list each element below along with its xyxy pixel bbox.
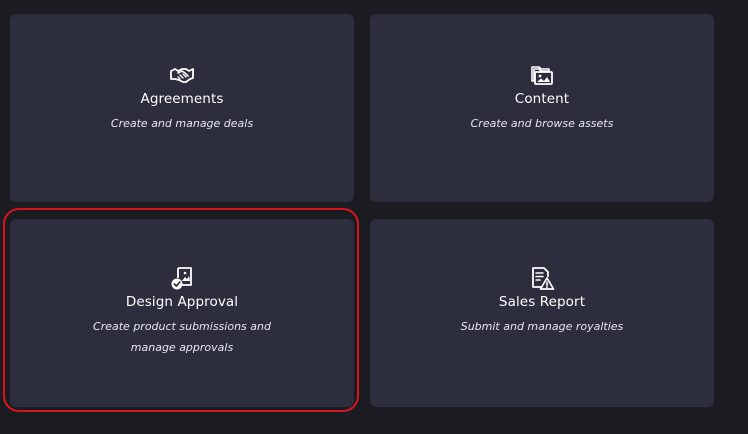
handshake-icon bbox=[169, 62, 195, 88]
card-description: Create product submissions and manage ap… bbox=[93, 320, 271, 354]
agreements-card[interactable]: Agreements Create and manage deals bbox=[10, 14, 354, 202]
sales-report-card[interactable]: Sales Report Submit and manage royalties bbox=[370, 219, 714, 407]
card-title: Sales Report bbox=[498, 294, 586, 310]
card-description: Submit and manage royalties bbox=[460, 320, 624, 333]
image-check-icon bbox=[169, 265, 195, 291]
card-title: Design Approval bbox=[125, 294, 239, 310]
content-card[interactable]: Content Create and browse assets bbox=[370, 14, 714, 202]
image-folder-icon bbox=[529, 62, 555, 88]
card-title: Agreements bbox=[140, 91, 224, 107]
document-warning-icon bbox=[529, 265, 555, 291]
card-title: Content bbox=[514, 91, 570, 107]
card-description: Create and manage deals bbox=[110, 117, 254, 130]
card-description: Create and browse assets bbox=[470, 117, 614, 130]
app-grid: Agreements Create and manage deals Conte… bbox=[0, 0, 748, 434]
design-approval-card[interactable]: Design Approval Create product submissio… bbox=[10, 219, 354, 407]
